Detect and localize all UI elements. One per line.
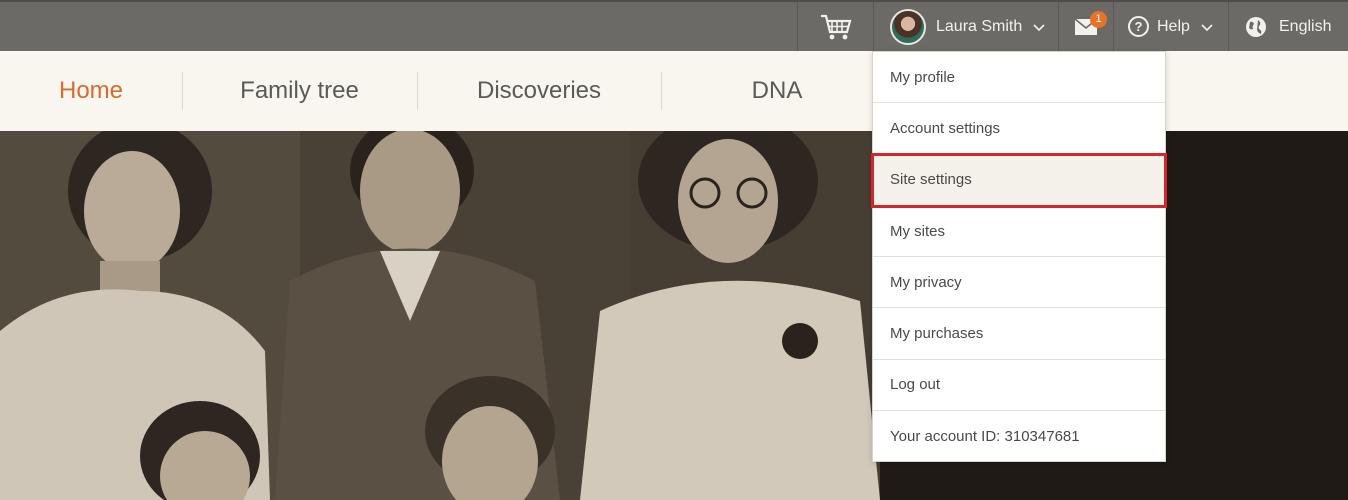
globe-icon: [1246, 16, 1266, 37]
menu-item-my-profile[interactable]: My profile: [873, 52, 1165, 104]
language-button[interactable]: English: [1228, 2, 1348, 51]
cart-button[interactable]: [797, 2, 873, 51]
menu-item-site-settings[interactable]: Site settings: [871, 152, 1167, 208]
nav-dna[interactable]: DNA: [661, 51, 893, 131]
messages-badge: 1: [1090, 11, 1107, 28]
avatar: [890, 8, 926, 45]
menu-item-my-privacy[interactable]: My privacy: [873, 257, 1165, 309]
menu-item-account-settings[interactable]: Account settings: [873, 103, 1165, 155]
help-label: Help: [1157, 17, 1190, 35]
user-name: Laura Smith: [936, 17, 1023, 35]
chevron-down-icon: [1201, 23, 1213, 31]
account-dropdown-menu: My profile Account settings Site setting…: [871, 51, 1167, 462]
nav-family-tree[interactable]: Family tree: [182, 51, 417, 131]
menu-item-my-purchases[interactable]: My purchases: [873, 308, 1165, 360]
menu-item-log-out[interactable]: Log out: [873, 360, 1165, 412]
help-icon: ?: [1128, 16, 1149, 37]
messages-button[interactable]: 1: [1058, 2, 1113, 51]
nav-home[interactable]: Home: [0, 51, 182, 131]
help-menu-button[interactable]: ? Help: [1113, 2, 1228, 51]
shopping-cart-icon: [820, 14, 851, 39]
language-label: English: [1279, 17, 1332, 35]
account-id-text: Your account ID: 310347681: [890, 428, 1080, 446]
user-menu-button[interactable]: Laura Smith: [873, 2, 1058, 51]
top-bar: Laura Smith 1 ? Help English: [0, 0, 1348, 51]
menu-item-my-sites[interactable]: My sites: [873, 206, 1165, 258]
chevron-down-icon: [1033, 23, 1045, 31]
nav-discoveries[interactable]: Discoveries: [417, 51, 661, 131]
